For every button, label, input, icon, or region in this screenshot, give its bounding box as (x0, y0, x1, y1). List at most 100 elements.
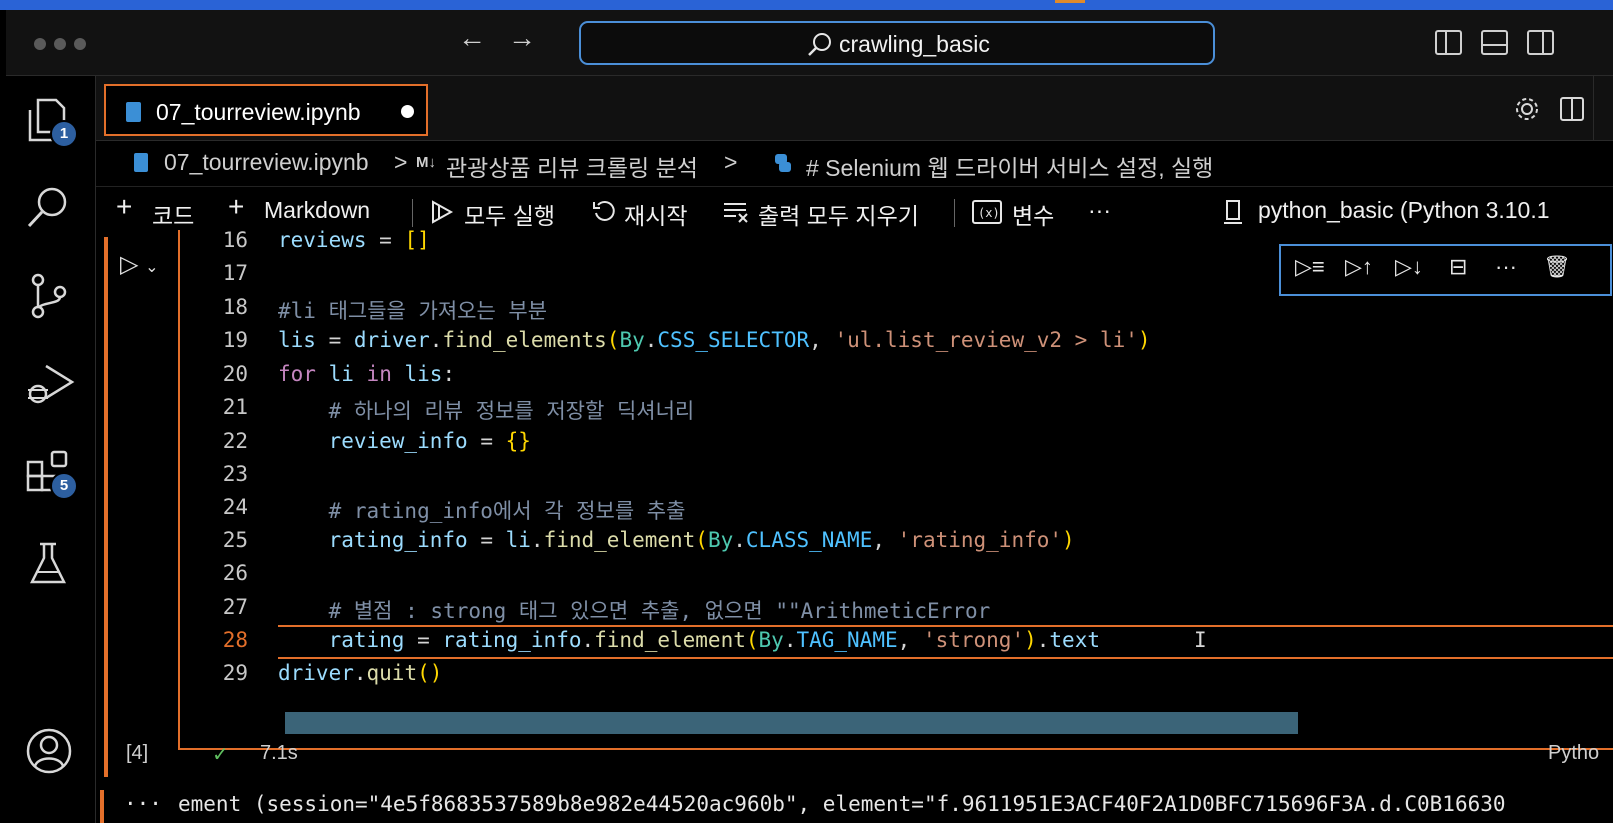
execution-duration: 7.1s (260, 742, 298, 764)
code-line[interactable]: 18 #li 태그들을 가져오는 부분 (178, 295, 1613, 329)
restart-button[interactable]: 재시작 (624, 197, 687, 231)
line-content: reviews = [] (278, 228, 430, 252)
explorer-icon[interactable]: 1 (24, 96, 78, 151)
extensions-icon[interactable]: 5 (24, 448, 78, 503)
line-content: review_info = {} (328, 429, 531, 453)
command-center[interactable]: crawling_basic (579, 21, 1215, 65)
line-content: #li 태그들을 가져오는 부분 (278, 299, 548, 323)
output-more-icon[interactable]: ··· (124, 792, 162, 816)
maximize-dot[interactable] (74, 38, 86, 50)
notebook-icon (134, 153, 148, 172)
code-line[interactable]: 22 review_info = {} (178, 429, 1613, 463)
kernel-picker[interactable]: python_basic (Python 3.10.1 (1258, 197, 1550, 224)
line-number: 16 (222, 228, 248, 252)
add-markdown-cell-button[interactable]: Markdown (264, 197, 370, 224)
cell-toolbar: ▷≡ ▷↑ ▷↓ ⊟ ··· 🗑 (1279, 244, 1612, 296)
forward-arrow-icon[interactable]: → (508, 24, 536, 52)
line-number: 27 (222, 595, 248, 619)
execution-count: [4] (126, 742, 149, 764)
toolbar-divider (954, 199, 955, 227)
close-dot[interactable] (34, 38, 46, 50)
line-number: 20 (222, 362, 248, 386)
tab-notebook[interactable]: 07_tourreview.ipynb (104, 84, 428, 136)
restart-icon (593, 200, 615, 221)
unsaved-dot-icon[interactable] (401, 105, 414, 118)
breadcrumb-separator: > (394, 149, 408, 175)
code-line[interactable]: 29 driver.quit() (178, 661, 1613, 695)
line-number: 19 (222, 328, 248, 352)
run-all-button[interactable]: 모두 실행 (464, 197, 555, 231)
code-line-current[interactable]: 28 rating = rating_info.find_element(By.… (178, 625, 1613, 662)
line-number: 28 (222, 628, 248, 652)
line-number: 23 (222, 462, 248, 486)
code-line[interactable]: 27 # 별점 : strong 태그 있으면 추출, 없으면 ""Arithm… (178, 595, 1613, 629)
breadcrumb-section[interactable]: 관광상품 리뷰 크롤링 분석 (446, 149, 698, 183)
code-line[interactable]: 24 # rating_info에서 각 정보를 추출 (178, 495, 1613, 529)
title-bar: ← → crawling_basic (6, 10, 1613, 76)
back-arrow-icon[interactable]: ← (458, 24, 486, 52)
variables-button[interactable]: 변수 (1012, 197, 1054, 231)
search-icon[interactable] (24, 184, 72, 237)
line-number: 29 (222, 661, 248, 685)
breadcrumb: 07_tourreview.ipynb > M↓ 관광상품 리뷰 크롤링 분석 … (96, 142, 1613, 184)
horizontal-scrollbar[interactable] (285, 712, 1298, 734)
execute-cell-and-below-icon[interactable]: ▷↓ (1395, 254, 1423, 280)
code-line[interactable]: 19 lis = driver.find_elements(By.CSS_SELE… (178, 328, 1613, 362)
run-and-debug-icon[interactable] (24, 360, 76, 415)
toolbar-divider (412, 199, 413, 227)
execute-above-icon[interactable]: ▷≡ (1295, 254, 1325, 280)
more-cell-actions-icon[interactable]: ··· (1495, 254, 1517, 280)
os-top-strip (0, 0, 1613, 10)
run-cell-button[interactable]: ▷ ⌄ (120, 250, 159, 279)
success-check-icon: ✓ (212, 744, 229, 766)
kernel-icon (1224, 200, 1242, 224)
editor-tab-bar: 07_tourreview.ipynb (96, 76, 1613, 141)
line-content: driver.quit() (278, 661, 443, 685)
breadcrumb-separator: > (724, 149, 738, 175)
line-number: 22 (222, 429, 248, 453)
clear-all-outputs-button[interactable]: 출력 모두 지우기 (758, 197, 919, 231)
delete-cell-icon[interactable]: 🗑 (1543, 254, 1571, 280)
execute-cell-and-above-icon[interactable]: ▷↑ (1345, 254, 1373, 280)
cell-output: ··· ement (session="4e5f8683537589b8e982… (100, 790, 1613, 823)
line-content: rating_info = li.find_element(By.CLASS_N… (328, 528, 1075, 552)
window-controls[interactable] (34, 38, 86, 50)
split-editor-icon[interactable] (1559, 96, 1585, 122)
code-line[interactable]: 25 rating_info = li.find_element(By.CLAS… (178, 528, 1613, 562)
line-content: # rating_info에서 각 정보를 추출 (278, 499, 686, 523)
notebook-icon (126, 102, 141, 122)
code-line[interactable]: 23 (178, 462, 1613, 496)
markdown-icon: M↓ (416, 154, 436, 171)
line-number: 17 (222, 261, 248, 285)
chevron-down-icon[interactable]: ⌄ (145, 259, 158, 276)
cell-language[interactable]: Pytho (1548, 742, 1599, 765)
python-icon (775, 154, 791, 172)
code-line[interactable]: 20 for li in lis: (178, 362, 1613, 396)
minimize-dot[interactable] (54, 38, 66, 50)
source-control-icon[interactable] (24, 272, 72, 325)
breadcrumb-cell[interactable]: # Selenium 웹 드라이버 서비스 설정, 실행 (806, 149, 1213, 183)
run-all-icon (432, 200, 454, 224)
toggle-panel-icon[interactable] (1481, 30, 1508, 55)
code-line[interactable]: 26 (178, 561, 1613, 595)
variables-icon: (x) (972, 200, 1002, 224)
add-code-cell-button[interactable]: 코드 (152, 197, 194, 231)
more-actions-button[interactable]: ··· (1088, 197, 1111, 224)
toggle-secondary-sidebar-icon[interactable] (1527, 30, 1554, 55)
line-content: # 별점 : strong 태그 있으면 추출, 없으면 ""Arithmeti… (278, 599, 991, 623)
toggle-primary-sidebar-icon[interactable] (1435, 30, 1462, 55)
explorer-badge: 1 (50, 120, 78, 148)
line-number: 25 (222, 528, 248, 552)
extensions-badge: 5 (50, 472, 78, 500)
menubar-indicator (1055, 0, 1085, 3)
breadcrumb-file[interactable]: 07_tourreview.ipynb (164, 149, 369, 176)
testing-flask-icon[interactable] (24, 540, 72, 593)
accounts-icon[interactable] (24, 726, 74, 781)
plus-icon: + (228, 191, 245, 222)
clear-outputs-icon (724, 203, 748, 223)
split-cell-icon[interactable]: ⊟ (1449, 254, 1467, 280)
line-content: for li in lis: (278, 362, 456, 386)
code-line[interactable]: 21 # 하나의 리뷰 정보를 저장할 딕셔너리 (178, 395, 1613, 429)
line-number: 26 (222, 561, 248, 585)
gear-icon[interactable] (1514, 96, 1540, 122)
